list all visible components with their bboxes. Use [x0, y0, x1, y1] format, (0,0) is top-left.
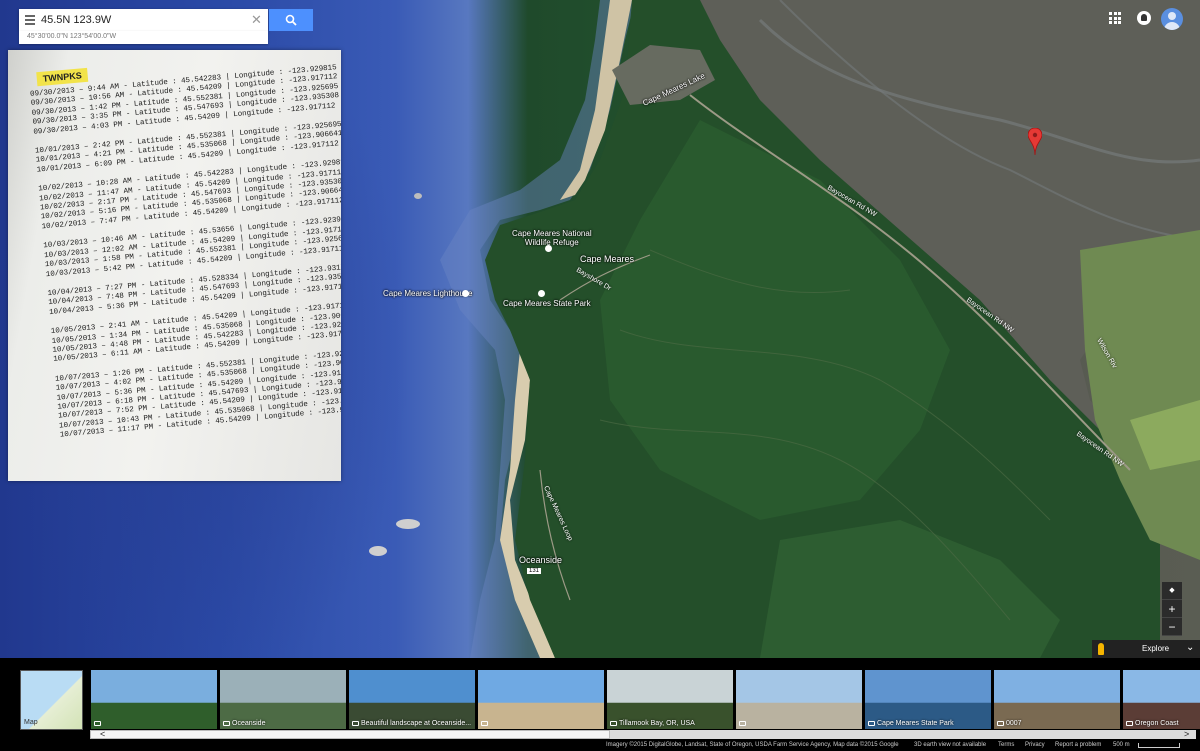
- chevron-left-icon[interactable]: <: [100, 729, 105, 739]
- photo-strip: Map Oceanside Beautiful landscape at Ocea…: [0, 658, 1200, 740]
- note-tag: TWNPKS: [36, 67, 89, 87]
- camera-icon: [223, 721, 230, 726]
- avatar[interactable]: [1161, 8, 1183, 30]
- photo-caption: Oregon Coast: [1135, 720, 1179, 727]
- scale-label: 500 m: [1113, 742, 1130, 748]
- photo-thumbnail[interactable]: [478, 670, 604, 729]
- scale-bar: [1138, 743, 1180, 748]
- photo-thumbnail[interactable]: Oceanside: [220, 670, 346, 729]
- photo-thumbnail[interactable]: Cape Meares State Park: [865, 670, 991, 729]
- label-lighthouse[interactable]: Cape Meares Lighthouse: [383, 289, 472, 298]
- explore-label[interactable]: Explore: [1142, 644, 1169, 653]
- label-oceanside[interactable]: Oceanside: [519, 555, 562, 565]
- marker-wildlife-refuge[interactable]: [545, 245, 552, 252]
- search-box: ✕: [19, 9, 268, 31]
- footer: Imagery ©2015 DigitalGlobe, Landsat, Sta…: [0, 740, 1200, 751]
- strip-scrollbar[interactable]: [90, 730, 1196, 739]
- search-input[interactable]: [41, 12, 241, 28]
- camera-icon: [610, 721, 617, 726]
- label-state-park[interactable]: Cape Meares State Park: [503, 299, 591, 308]
- map-thumbnail-label: Map: [24, 719, 38, 726]
- marker-lighthouse[interactable]: [462, 290, 469, 297]
- privacy-link[interactable]: Privacy: [1025, 742, 1045, 748]
- camera-icon: [94, 721, 101, 726]
- zoom-out-button[interactable]: −: [1162, 618, 1182, 636]
- photo-thumbnail[interactable]: Tillamook Bay, OR, USA: [607, 670, 733, 729]
- map-thumbnail[interactable]: Map: [20, 670, 83, 730]
- zoom-in-button[interactable]: +: [1162, 600, 1182, 618]
- label-cape-meares[interactable]: Cape Meares: [580, 254, 634, 264]
- attribution: Imagery ©2015 DigitalGlobe, Landsat, Sta…: [606, 742, 899, 748]
- camera-icon: [481, 721, 488, 726]
- pegman-icon[interactable]: [1098, 643, 1104, 655]
- report-problem-link[interactable]: Report a problem: [1055, 742, 1101, 748]
- earth-notice: 3D earth view not available: [914, 742, 987, 748]
- photo-thumbnail[interactable]: [736, 670, 862, 729]
- camera-icon: [739, 721, 746, 726]
- search-coordinates[interactable]: 45°30'00.0"N 123°54'00.0"W: [19, 31, 268, 44]
- camera-icon: [1126, 721, 1133, 726]
- photo-caption: Tillamook Bay, OR, USA: [619, 720, 695, 727]
- terms-link[interactable]: Terms: [998, 742, 1014, 748]
- compass-button[interactable]: ◆: [1162, 582, 1182, 600]
- photo-thumbnail[interactable]: Beautiful landscape at Oceanside...: [349, 670, 475, 729]
- marker-state-park[interactable]: [538, 290, 545, 297]
- strip-scrollbar-thumb[interactable]: [90, 730, 610, 739]
- notification-icon[interactable]: [1137, 11, 1151, 25]
- search-icon: [285, 14, 297, 26]
- photo-caption: Oceanside: [232, 720, 266, 727]
- close-icon[interactable]: ✕: [251, 12, 262, 28]
- explore-bar[interactable]: Explore ⌄: [1092, 640, 1200, 658]
- photo-caption: Beautiful landscape at Oceanside...: [361, 720, 472, 727]
- log-group: 10/07/2013 – 1:26 PM - Latitude : 45.552…: [55, 348, 341, 441]
- label-wildlife-refuge[interactable]: Cape Meares National Wildlife Refuge: [512, 229, 592, 247]
- photo-thumbnail[interactable]: 0007: [994, 670, 1120, 729]
- photo-caption: Cape Meares State Park: [877, 720, 954, 727]
- camera-icon: [868, 721, 875, 726]
- zoom-controls: ◆ + −: [1162, 582, 1182, 636]
- chevron-right-icon[interactable]: >: [1184, 729, 1189, 739]
- photo-thumbnail[interactable]: Oregon Coast: [1123, 670, 1200, 729]
- camera-icon: [352, 721, 359, 726]
- map-pin-icon[interactable]: [1028, 128, 1042, 156]
- camera-icon: [997, 721, 1004, 726]
- apps-grid-icon[interactable]: [1109, 12, 1121, 24]
- route-131-shield: 131: [527, 568, 542, 574]
- photo-caption: 0007: [1006, 720, 1022, 727]
- menu-icon[interactable]: [25, 15, 35, 25]
- photo-thumbnail[interactable]: [91, 670, 217, 729]
- note-content: TWNPKS 09/30/2013 – 9:44 AM - Latitude :…: [28, 50, 341, 451]
- log-list: 09/30/2013 – 9:44 AM - Latitude : 45.542…: [30, 64, 341, 441]
- note-photo: TWNPKS 09/30/2013 – 9:44 AM - Latitude :…: [8, 50, 341, 481]
- search-button[interactable]: [269, 9, 313, 31]
- chevron-down-icon[interactable]: ⌄: [1186, 642, 1194, 653]
